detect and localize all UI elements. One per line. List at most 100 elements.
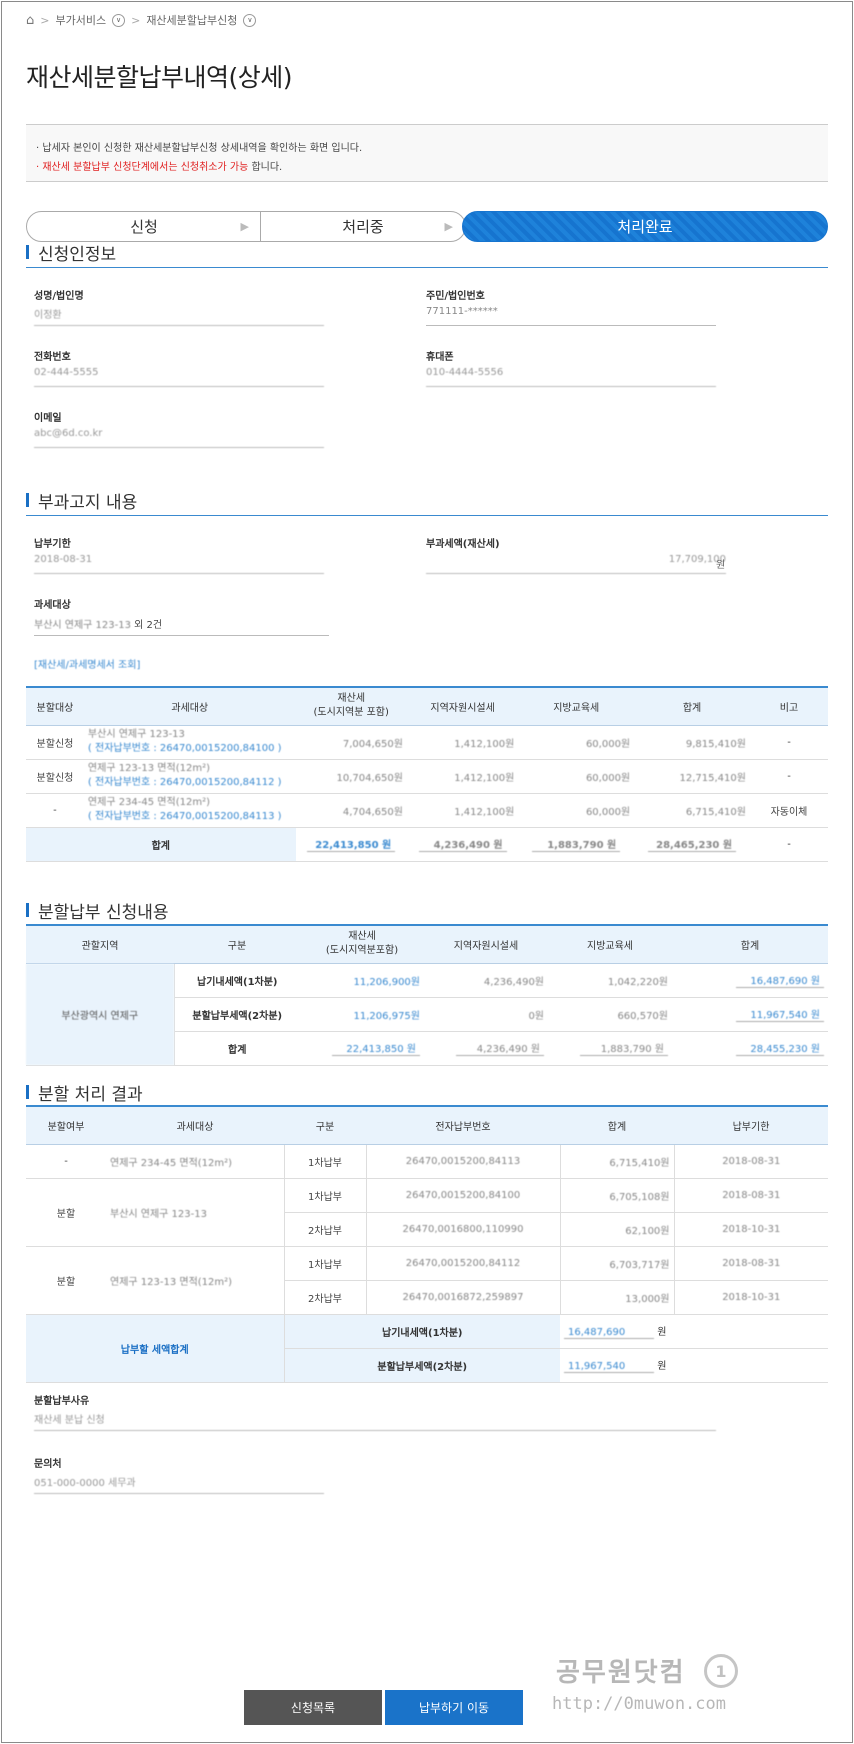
total-prop: 22,413,850 원 [300, 1031, 424, 1066]
cell-kind: 1차납부 [283, 1144, 366, 1179]
cell-prop: 4,704,650원 [295, 793, 407, 828]
notice-line-1: · 납세자 본인이 신청한 재산세분할납부신청 상세내역을 확인하는 화면 입니… [36, 143, 363, 154]
cell-sum: 13,000원 [559, 1280, 674, 1315]
step-apply: 신청 ▶ [26, 211, 262, 242]
progress-steps: 신청 ▶ 처리중 ▶ 처리완료 [26, 211, 828, 242]
total-res: 4,236,490 원 [406, 827, 519, 862]
cell-sum: 12,715,410원 [634, 759, 750, 794]
contact-field: 051-000-0000 세무과 [34, 1470, 324, 1494]
cell-type: 분할신청 [26, 759, 84, 794]
section-notice-title: 부과고지 내용 [26, 488, 828, 516]
cell-due: 2018-10-31 [673, 1280, 828, 1315]
col-header: 전자납부번호 [366, 1105, 560, 1145]
notice-table: 분할대상 과세대상 재산세 (도시지역분 포함) 지역자원시설세 지방교육세 합… [26, 686, 828, 862]
cell-edu: 660,570원 [548, 997, 672, 1032]
chevron-down-icon[interactable]: ∨ [243, 13, 257, 27]
col-header: 합계 [634, 686, 750, 726]
cell-kind: 2차납부 [283, 1212, 366, 1247]
cell-kind: 분할납부세액(2차분) [174, 997, 300, 1032]
cell-note: - [749, 725, 828, 760]
reason-field: 재산세 분납 신청 [34, 1407, 716, 1431]
cell-type: - [26, 793, 84, 828]
total-edu: 1,883,790 원 [548, 1031, 672, 1066]
total-note: - [749, 827, 828, 862]
home-icon[interactable]: ⌂ [26, 13, 34, 28]
tax-detail-link[interactable]: [재산세/과세명세서 조회] [34, 656, 140, 671]
total-sum: 28,465,230 원 [634, 827, 750, 862]
cell-prop: 11,206,975원 [300, 997, 424, 1032]
breadcrumb: ⌂ > 부가서비스 ∨ > 재산세분할납부신청 ∨ [26, 10, 257, 30]
cell-kind: 납기내세액(1차분) [174, 963, 300, 998]
pay-button[interactable]: 납부하기 이동 [385, 1690, 523, 1725]
watermark-text: 공무원닷컴 [556, 1658, 686, 1688]
col-header: 지역자원시설세 [424, 924, 548, 964]
result-table: 분할여부 과세대상 구분 전자납부번호 합계 납부기한 - 연제구 234-45… [26, 1105, 828, 1383]
col-header: 구분 [284, 1105, 366, 1145]
cell-res: 0원 [424, 997, 548, 1032]
name-field: 이정환 [34, 302, 324, 326]
table-row: 분할 연제구 123-13 면적(12m²) 1차납부 26470,001520… [26, 1246, 828, 1315]
notice-box: · 납세자 본인이 신청한 재산세분할납부신청 상세내역을 확인하는 화면 입니… [26, 124, 828, 182]
cell-sum: 6,703,717원 [559, 1246, 674, 1281]
cell-elec: 26470,0016800,110990 [365, 1212, 560, 1247]
cell-res: 1,412,100원 [406, 725, 519, 760]
watermark-url: http://0muwon.com [552, 1694, 726, 1714]
chevron-down-icon[interactable]: ∨ [112, 13, 126, 27]
col-header: 합계 [672, 924, 828, 964]
sum1-label: 납기내세액(1차분) [284, 1314, 560, 1349]
total-res: 4,236,490 원 [424, 1031, 548, 1066]
sum-label: 납부할 세액합계 [26, 1314, 285, 1383]
cell-elec: 26470,0015200,84100 [365, 1178, 560, 1213]
cell-note: 자동이체 [749, 793, 828, 828]
sum2-value: 11,967,540 원 [560, 1348, 828, 1383]
mobile-label: 휴대폰 [426, 352, 454, 363]
cell-type: 분할신청 [26, 725, 84, 760]
cell-prop: 7,004,650원 [295, 725, 407, 760]
email-field: abc@6d.co.kr [34, 424, 324, 448]
cell-res: 4,236,490원 [424, 963, 548, 998]
cell-kind: 1차납부 [283, 1246, 366, 1281]
col-header: 지방교육세 [518, 686, 635, 726]
cell-sum: 11,967,540 원 [672, 997, 828, 1032]
breadcrumb-item-service[interactable]: 부가서비스 [55, 12, 106, 28]
email-label: 이메일 [34, 413, 62, 424]
cell-due: 2018-08-31 [673, 1144, 828, 1179]
section-split-apply-title: 분할납부 신청내용 [26, 898, 828, 926]
section-result-title: 분할 처리 결과 [26, 1080, 828, 1108]
total-prop: 22,413,850 원 [295, 827, 407, 862]
step-processing: 처리중 ▶ [260, 211, 466, 242]
tax-field: 17,709,100 [426, 550, 726, 574]
col-header: 지방교육세 [548, 924, 672, 964]
col-header: 분할여부 [26, 1105, 106, 1145]
id-label: 주민/법인번호 [426, 291, 485, 302]
cell-sum: 6,715,410원 [634, 793, 750, 828]
cell-target: 연제구 123-13 면적(12m²) [106, 1246, 284, 1315]
cell-sum: 16,487,690 원 [672, 963, 828, 998]
col-header: 합계 [560, 1105, 674, 1145]
col-header: 구분 [174, 924, 300, 964]
total-label: 합계 [26, 827, 296, 862]
total-edu: 1,883,790 원 [518, 827, 635, 862]
breadcrumb-item-apply[interactable]: 재산세분할납부신청 [146, 12, 237, 28]
mobile-field: 010-4444-5556 [426, 363, 716, 387]
cell-region: 부산광역시 연제구 [26, 963, 175, 1066]
cell-sum: 6,715,410원 [559, 1144, 674, 1179]
cell-res: 1,412,100원 [406, 793, 519, 828]
cell-split: 분할 [26, 1178, 106, 1247]
cell-edu: 60,000원 [518, 793, 635, 828]
table-total-row: 합계 22,413,850 원 4,236,490 원 1,883,790 원 … [26, 827, 828, 862]
cell-res: 1,412,100원 [406, 759, 519, 794]
phone-field: 02-444-5555 [34, 363, 324, 387]
name-label: 성명/법인명 [34, 291, 84, 302]
split-apply-table: 관할지역 구분 재산세 (도시지역분포함) 지역자원시설세 지방교육세 합계 부… [26, 924, 828, 1066]
page-title: 재산세분할납부내역(상세) [26, 63, 293, 92]
cell-prop: 10,704,650원 [295, 759, 407, 794]
tax-label: 부과세액(재산세) [426, 539, 500, 550]
col-header: 납부기한 [674, 1105, 828, 1145]
list-button[interactable]: 신청목록 [244, 1690, 382, 1725]
col-header: 분할대상 [26, 686, 84, 726]
col-header: 재산세 (도시지역분 포함) [295, 686, 407, 726]
cell-sum: 9,815,410원 [634, 725, 750, 760]
cell-prop: 11,206,900원 [300, 963, 424, 998]
due-field: 2018-08-31 [34, 550, 324, 574]
